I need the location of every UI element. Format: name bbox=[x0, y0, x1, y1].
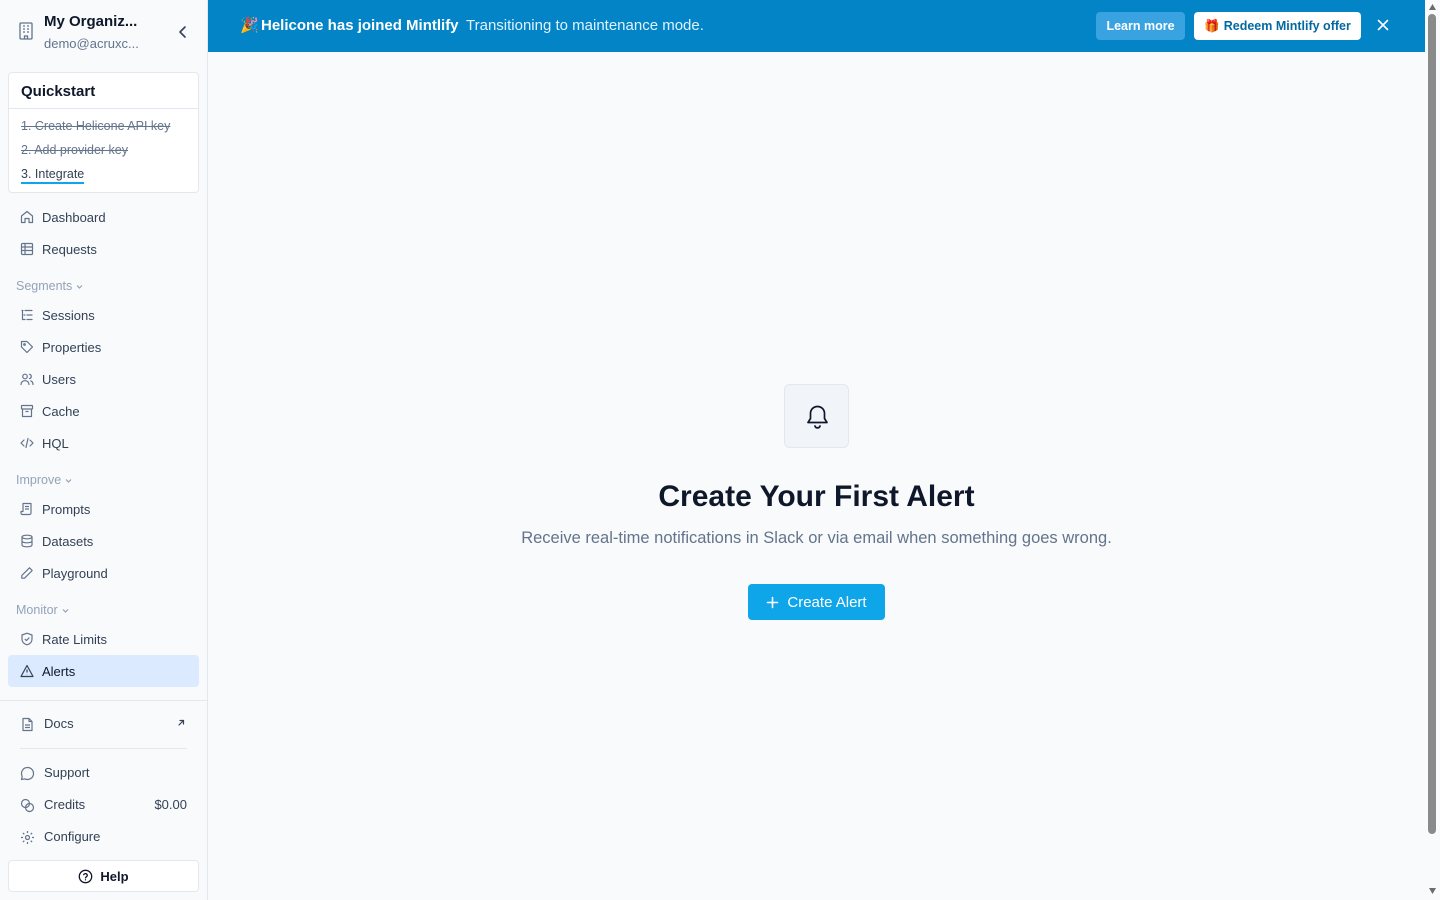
empty-state-title: Create Your First Alert bbox=[658, 480, 975, 513]
chevron-down-icon bbox=[76, 284, 83, 289]
nav-rate-limits[interactable]: Rate Limits bbox=[8, 623, 199, 655]
scrollbar-thumb[interactable] bbox=[1428, 14, 1436, 834]
users-icon bbox=[20, 373, 34, 386]
nav-cache-label: Cache bbox=[42, 403, 80, 419]
section-improve[interactable]: Improve bbox=[16, 473, 73, 487]
nav-datasets[interactable]: Datasets bbox=[8, 525, 199, 557]
banner-title: Helicone has joined Mintlify bbox=[261, 17, 459, 34]
nav-alerts-label: Alerts bbox=[42, 663, 76, 679]
nav-credits[interactable]: Credits $0.00 bbox=[8, 790, 199, 820]
empty-state-icon-box bbox=[784, 384, 849, 448]
nav-cache[interactable]: Cache bbox=[8, 395, 199, 427]
quickstart-step-create-api-key[interactable]: 1. Create Helicone API key bbox=[21, 119, 170, 133]
credits-balance: $0.00 bbox=[154, 797, 187, 812]
main-content: Create Your First Alert Receive real-tim… bbox=[208, 52, 1425, 900]
shield-check-icon bbox=[21, 632, 33, 646]
nav-users[interactable]: Users bbox=[8, 363, 199, 395]
building-icon bbox=[19, 22, 33, 40]
section-segments-label: Segments bbox=[16, 279, 73, 293]
page-scrollbar[interactable] bbox=[1425, 0, 1440, 900]
nav-properties[interactable]: Properties bbox=[8, 331, 199, 363]
org-email: demo@acruxc... bbox=[44, 36, 139, 51]
nav-rate-limits-label: Rate Limits bbox=[42, 631, 108, 647]
scroll-text-icon bbox=[20, 502, 32, 516]
section-monitor-label: Monitor bbox=[16, 603, 58, 617]
section-monitor[interactable]: Monitor bbox=[16, 603, 70, 617]
message-circle-icon bbox=[20, 766, 35, 781]
learn-more-button[interactable]: Learn more bbox=[1096, 12, 1185, 40]
nav-configure-label: Configure bbox=[44, 829, 101, 844]
gift-icon: 🎁 bbox=[1204, 18, 1220, 33]
nav-requests-label: Requests bbox=[42, 241, 97, 257]
scroll-down-arrow-icon[interactable] bbox=[1428, 887, 1437, 895]
create-alert-label: Create Alert bbox=[787, 593, 867, 611]
pencil-icon bbox=[21, 567, 33, 579]
plus-icon bbox=[767, 596, 779, 608]
banner-text: Transitioning to maintenance mode. bbox=[466, 17, 704, 34]
nav-docs-label: Docs bbox=[44, 716, 74, 731]
nav-users-label: Users bbox=[42, 371, 76, 387]
archive-icon bbox=[20, 404, 34, 418]
help-button-label: Help bbox=[100, 868, 129, 884]
sidebar: My Organiz... demo@acruxc... Quickstart … bbox=[0, 0, 208, 900]
table-icon bbox=[20, 242, 34, 256]
quickstart-title: Quickstart bbox=[21, 83, 96, 100]
nav-docs[interactable]: Docs bbox=[8, 709, 199, 739]
nav-dashboard-label: Dashboard bbox=[42, 209, 106, 225]
announcement-banner: 🎉 Helicone has joined Mintlify Transitio… bbox=[208, 0, 1425, 52]
coins-icon bbox=[20, 798, 35, 813]
docs-divider bbox=[20, 748, 187, 749]
scroll-up-arrow-icon[interactable] bbox=[1428, 3, 1437, 11]
redeem-offer-label: Redeem Mintlify offer bbox=[1223, 19, 1351, 33]
nav-requests[interactable]: Requests bbox=[8, 233, 199, 265]
nav-prompts-label: Prompts bbox=[42, 501, 91, 517]
section-improve-label: Improve bbox=[16, 473, 62, 487]
alert-triangle-icon bbox=[20, 664, 34, 678]
redeem-offer-button[interactable]: 🎁 Redeem Mintlify offer bbox=[1194, 12, 1361, 40]
nav-playground-label: Playground bbox=[42, 565, 108, 581]
nav-prompts[interactable]: Prompts bbox=[8, 493, 199, 525]
database-icon bbox=[21, 534, 33, 548]
help-button[interactable]: Help bbox=[8, 860, 199, 892]
chevron-down-icon bbox=[62, 608, 69, 613]
nav-support-label: Support bbox=[44, 765, 90, 780]
nav-hql-label: HQL bbox=[42, 435, 69, 451]
nav-sessions-label: Sessions bbox=[42, 307, 95, 323]
chevron-down-icon bbox=[65, 478, 72, 483]
nav-credits-label: Credits bbox=[44, 797, 86, 812]
nav-configure[interactable]: Configure bbox=[8, 822, 199, 852]
close-icon[interactable] bbox=[1376, 18, 1390, 32]
nav-support[interactable]: Support bbox=[8, 758, 199, 788]
org-name: My Organiz... bbox=[44, 13, 138, 30]
create-alert-button[interactable]: Create Alert bbox=[748, 584, 885, 620]
section-segments[interactable]: Segments bbox=[16, 279, 84, 293]
nav-alerts[interactable]: Alerts bbox=[8, 655, 199, 687]
external-link-arrow-icon bbox=[178, 719, 185, 726]
help-circle-icon bbox=[79, 869, 93, 883]
empty-state-subtitle: Receive real-time notifications in Slack… bbox=[521, 529, 1112, 547]
bell-icon bbox=[807, 405, 828, 429]
nav-dashboard[interactable]: Dashboard bbox=[8, 201, 199, 233]
quickstart-panel: Quickstart 1. Create Helicone API key 2.… bbox=[8, 72, 199, 193]
code-icon bbox=[20, 437, 34, 449]
list-tree-icon bbox=[21, 309, 33, 321]
party-popper-icon: 🎉 bbox=[240, 17, 259, 34]
nav-properties-label: Properties bbox=[42, 339, 102, 355]
nav-playground[interactable]: Playground bbox=[8, 557, 199, 589]
quickstart-step-integrate[interactable]: 3. Integrate bbox=[21, 167, 85, 184]
tag-icon bbox=[20, 340, 34, 354]
home-icon bbox=[20, 210, 34, 224]
nav-sessions[interactable]: Sessions bbox=[8, 299, 199, 331]
nav-datasets-label: Datasets bbox=[42, 533, 94, 549]
gear-icon bbox=[21, 831, 34, 844]
sidebar-divider bbox=[0, 700, 207, 701]
quickstart-step-add-provider-key[interactable]: 2. Add provider key bbox=[21, 143, 128, 157]
file-text-icon bbox=[22, 717, 33, 732]
collapse-sidebar-chevron-left-icon[interactable] bbox=[174, 23, 192, 41]
nav-hql[interactable]: HQL bbox=[8, 427, 199, 459]
quickstart-divider bbox=[9, 108, 198, 109]
